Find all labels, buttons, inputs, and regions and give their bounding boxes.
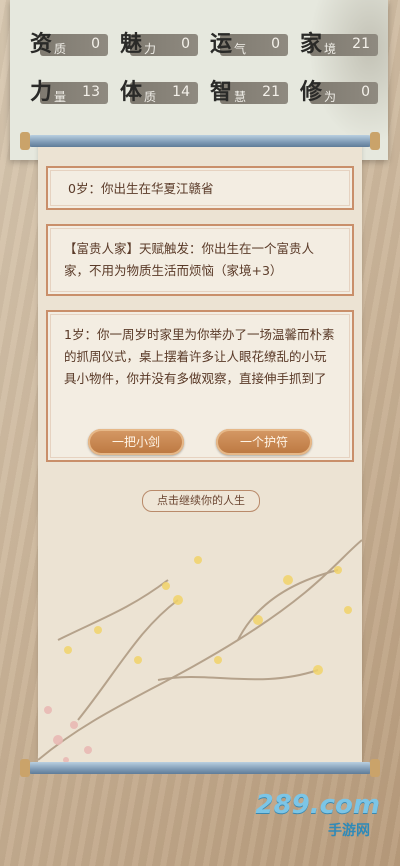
blossom-branch-illustration — [38, 539, 362, 763]
stat-charm: 魅 力 0 — [116, 28, 198, 62]
stat-sublabel: 质 — [144, 90, 157, 104]
choice-button-sword[interactable]: 一把小剑 — [88, 429, 184, 455]
scroll-rod-top — [20, 132, 380, 150]
stat-value: 0 — [271, 36, 280, 52]
stat-value: 0 — [91, 36, 100, 52]
stat-wisdom: 智 慧 21 — [206, 76, 288, 110]
stat-strength: 力 量 13 — [26, 76, 108, 110]
event-card: 0岁：你出生在华夏江赣省 — [46, 166, 354, 210]
event-text: 【富贵人家】天赋触发：你出生在一个富贵人家，不用为物质生活而烦恼（家境+3） — [64, 241, 315, 278]
scroll-rod-bottom — [20, 759, 380, 777]
event-text: 1岁：你一周岁时家里为你举办了一场温馨而朴素的抓周仪式，桌上摆着许多让人眼花缭乱… — [64, 327, 335, 386]
stat-value: 21 — [352, 36, 370, 52]
stat-label: 智 — [210, 79, 233, 105]
continue-life-button[interactable]: 点击继续你的人生 — [142, 490, 260, 512]
stat-label: 力 — [30, 79, 53, 105]
watermark-logo: 289.com — [255, 790, 380, 820]
stat-aptitude: 资 质 0 — [26, 28, 108, 62]
stat-label: 魅 — [120, 31, 143, 57]
stat-sublabel: 量 — [54, 90, 67, 104]
stat-sublabel: 境 — [324, 42, 337, 56]
stat-luck: 运 气 0 — [206, 28, 288, 62]
stat-sublabel: 为 — [324, 90, 337, 104]
stat-sublabel: 气 — [234, 42, 247, 56]
stat-label: 运 — [210, 31, 233, 57]
stat-value: 0 — [361, 84, 370, 100]
event-card-talent: 【富贵人家】天赋触发：你出生在一个富贵人家，不用为物质生活而烦恼（家境+3） — [46, 224, 354, 296]
stat-label: 资 — [30, 31, 53, 57]
stat-sublabel: 力 — [144, 42, 157, 56]
stat-sublabel: 慧 — [234, 90, 247, 104]
stat-label: 体 — [120, 79, 143, 105]
stat-sublabel: 质 — [54, 42, 67, 56]
stat-physique: 体 质 14 — [116, 76, 198, 110]
event-text: 0岁：你出生在华夏江赣省 — [68, 181, 214, 196]
watermark-subtitle: 手游网 — [328, 823, 370, 839]
stat-value: 13 — [82, 84, 100, 100]
stat-family: 家 境 21 — [296, 28, 378, 62]
stat-label: 修 — [300, 79, 323, 105]
choice-button-amulet[interactable]: 一个护符 — [216, 429, 312, 455]
stat-value: 14 — [172, 84, 190, 100]
stat-value: 21 — [262, 84, 280, 100]
stat-value: 0 — [181, 36, 190, 52]
stat-cultivation: 修 为 0 — [296, 76, 378, 110]
stat-label: 家 — [300, 31, 323, 57]
